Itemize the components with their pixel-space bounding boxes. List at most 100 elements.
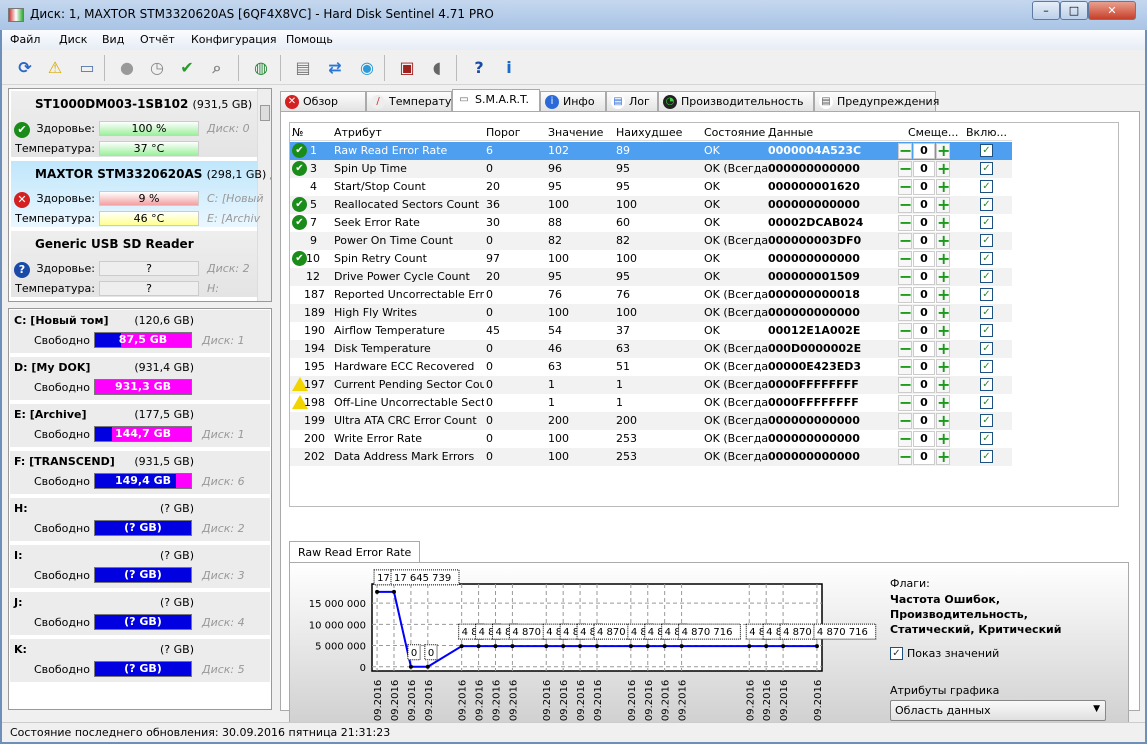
offset-value[interactable]: 0: [913, 179, 935, 195]
plus-icon[interactable]: +: [936, 143, 950, 159]
offset-stepper[interactable]: −0 +: [898, 413, 950, 429]
maximize-button[interactable]: □: [1060, 1, 1088, 20]
minus-icon[interactable]: −: [898, 233, 912, 249]
offset-stepper[interactable]: −0 +: [898, 269, 950, 285]
minus-icon[interactable]: −: [898, 341, 912, 357]
menu-5[interactable]: Помощь: [286, 33, 333, 46]
table-row[interactable]: 194Disk Temperature04663OK (Всегда...000…: [290, 340, 1012, 358]
offset-value[interactable]: 0: [913, 323, 935, 339]
offset-stepper[interactable]: −0 +: [898, 143, 950, 159]
enabled-checkbox[interactable]: ✓: [980, 396, 993, 409]
offset-value[interactable]: 0: [913, 143, 935, 159]
column-header[interactable]: №: [292, 126, 303, 139]
offset-stepper[interactable]: −0 +: [898, 395, 950, 411]
offset-stepper[interactable]: −0 +: [898, 233, 950, 249]
column-header[interactable]: Состояние: [704, 126, 765, 139]
disk-gray-icon[interactable]: ●: [114, 55, 140, 81]
enabled-checkbox[interactable]: ✓: [980, 234, 993, 247]
offset-value[interactable]: 0: [913, 377, 935, 393]
plus-icon[interactable]: +: [936, 305, 950, 321]
table-row[interactable]: 4 Start/Stop Count 20 95 95 OK 000000001620 −0 +…: [290, 178, 1012, 196]
plus-icon[interactable]: +: [936, 341, 950, 357]
refresh-icon[interactable]: ⟳: [12, 55, 38, 81]
enabled-checkbox[interactable]: ✓: [980, 198, 993, 211]
minus-icon[interactable]: −: [898, 161, 912, 177]
minus-icon[interactable]: −: [898, 431, 912, 447]
plus-icon[interactable]: +: [936, 215, 950, 231]
minus-icon[interactable]: −: [898, 143, 912, 159]
offset-value[interactable]: 0: [913, 395, 935, 411]
minus-icon[interactable]: −: [898, 197, 912, 213]
table-row[interactable]: 199 Ultra ATA CRC Error Count 0 200 200 OK (В…: [290, 412, 1012, 430]
menu-3[interactable]: Отчёт: [140, 33, 175, 46]
disk-icon[interactable]: ▭: [74, 55, 100, 81]
globe-disk-icon[interactable]: ◍: [248, 55, 274, 81]
plus-icon[interactable]: +: [936, 161, 950, 177]
partition-card[interactable]: J: (? GB) Свободно (? GB) Диск: 4: [10, 592, 270, 637]
speaker-icon[interactable]: ◖: [424, 55, 450, 81]
minus-icon[interactable]: −: [898, 251, 912, 267]
enabled-checkbox[interactable]: ✓: [980, 324, 993, 337]
partition-card[interactable]: D: [My DOK] (931,4 GB) Свободно 931,3 GB: [10, 357, 270, 402]
enabled-checkbox[interactable]: ✓: [980, 270, 993, 283]
table-row[interactable]: ✔ 7 Seek Error Rate 30 88 60 OK 00002DCAB024 −0 +…: [290, 214, 1012, 232]
tab-6[interactable]: ▤ Предупреждения: [814, 91, 939, 111]
tab-3[interactable]: i Инфо: [540, 91, 606, 111]
table-row[interactable]: 190 Airflow Temperature 45 54 37 OK 00012E1A00…: [290, 322, 1012, 340]
enabled-checkbox[interactable]: ✓: [980, 180, 993, 193]
offset-stepper[interactable]: −0 +: [898, 323, 950, 339]
plus-icon[interactable]: +: [936, 251, 950, 267]
offset-value[interactable]: 0: [913, 431, 935, 447]
table-row[interactable]: 195 Hardware ECC Recovered 0 63 51 OK (Всегда…: [290, 358, 1012, 376]
minimize-button[interactable]: –: [1032, 1, 1060, 20]
minus-icon[interactable]: −: [898, 359, 912, 375]
offset-stepper[interactable]: −0 +: [898, 449, 950, 465]
offset-stepper[interactable]: −0 +: [898, 287, 950, 303]
enabled-checkbox[interactable]: ✓: [980, 450, 993, 463]
enabled-checkbox[interactable]: ✓: [980, 342, 993, 355]
menu-4[interactable]: Конфигурация: [191, 33, 277, 46]
enabled-checkbox[interactable]: ✓: [980, 162, 993, 175]
enabled-checkbox[interactable]: ✓: [980, 252, 993, 265]
offset-stepper[interactable]: −0 +: [898, 161, 950, 177]
plus-icon[interactable]: +: [936, 395, 950, 411]
enabled-checkbox[interactable]: ✓: [980, 378, 993, 391]
minus-icon[interactable]: −: [898, 449, 912, 465]
column-header[interactable]: Значение: [548, 126, 603, 139]
offset-value[interactable]: 0: [913, 161, 935, 177]
table-row[interactable]: 189High Fly Writes0100100OK (Всегда...00…: [290, 304, 1012, 322]
offset-value[interactable]: 0: [913, 359, 935, 375]
plus-icon[interactable]: +: [936, 179, 950, 195]
show-values-checkbox[interactable]: ✓ Показ значений: [890, 647, 1110, 660]
partition-card[interactable]: E: [Archive] (177,5 GB) Свободно 144,7 GB Ди…: [10, 404, 270, 449]
offset-value[interactable]: 0: [913, 251, 935, 267]
network-icon[interactable]: ◉: [354, 55, 380, 81]
table-row[interactable]: ✔ 1 Raw Read Error Rate 6 102 89 OK 0000004A523…: [290, 142, 1012, 160]
offset-stepper[interactable]: −0 +: [898, 179, 950, 195]
column-header[interactable]: Вклю...: [966, 126, 1007, 139]
enabled-checkbox[interactable]: ✓: [980, 306, 993, 319]
chart-attributes-select[interactable]: Область данных ▼: [890, 700, 1106, 721]
offset-stepper[interactable]: −0 +: [898, 341, 950, 357]
menu-1[interactable]: Диск: [59, 33, 87, 46]
column-header[interactable]: Порог: [486, 126, 521, 139]
offset-stepper[interactable]: −0 +: [898, 305, 950, 321]
offset-value[interactable]: 0: [913, 197, 935, 213]
menu-0[interactable]: Файл: [10, 33, 40, 46]
table-row[interactable]: ✔ 10 Spin Retry Count 97 100 100 OK 00000000000…: [290, 250, 1012, 268]
alert-refresh-icon[interactable]: ⚠: [42, 55, 68, 81]
monitor-tool-icon[interactable]: ▣: [394, 55, 420, 81]
table-row[interactable]: 200Write Error Rate0100253OK (Всегда...0…: [290, 430, 1012, 448]
info-icon[interactable]: i: [496, 55, 522, 81]
tab-5[interactable]: ◔ Производительность: [658, 91, 814, 111]
tab-2[interactable]: ▭ S.M.A.R.T.: [452, 89, 540, 112]
offset-value[interactable]: 0: [913, 215, 935, 231]
plus-icon[interactable]: +: [936, 431, 950, 447]
plus-icon[interactable]: +: [936, 233, 950, 249]
minus-icon[interactable]: −: [898, 395, 912, 411]
tab-4[interactable]: ▤ Лог: [606, 91, 658, 111]
disk-search-icon[interactable]: ⌕: [204, 55, 230, 81]
column-header[interactable]: Атрибут: [334, 126, 382, 139]
close-button[interactable]: ✕: [1088, 1, 1136, 20]
offset-value[interactable]: 0: [913, 287, 935, 303]
